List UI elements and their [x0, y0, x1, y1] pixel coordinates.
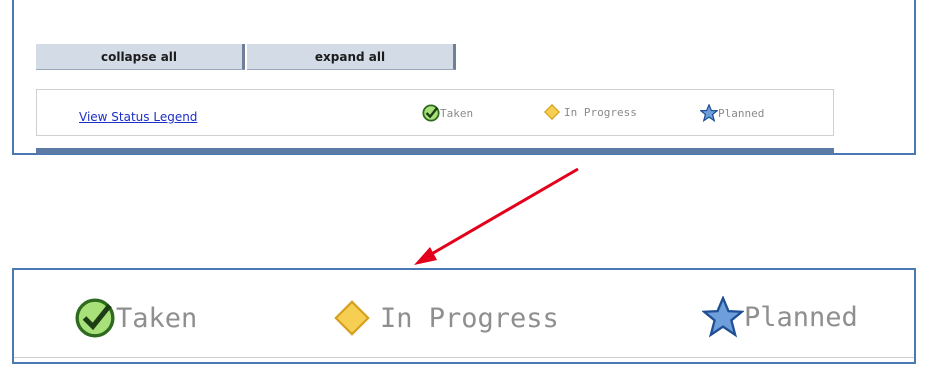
- zoom-legend-item-planned: Planned: [702, 296, 858, 338]
- zoom-legend-item-taken: Taken: [74, 297, 197, 339]
- zoom-divider-line: [14, 357, 914, 358]
- zoom-legend-item-in-progress: In Progress: [334, 300, 559, 336]
- zoomed-legend-panel: Taken In Progress Planned: [12, 268, 916, 364]
- zoom-legend-label-planned: Planned: [744, 301, 858, 333]
- zoom-legend-label-taken: Taken: [116, 302, 198, 334]
- checkmark-circle-icon: [75, 298, 115, 338]
- zoom-legend-label-in-progress: In Progress: [380, 302, 559, 334]
- diamond-icon: [334, 300, 370, 336]
- star-icon: [702, 296, 744, 338]
